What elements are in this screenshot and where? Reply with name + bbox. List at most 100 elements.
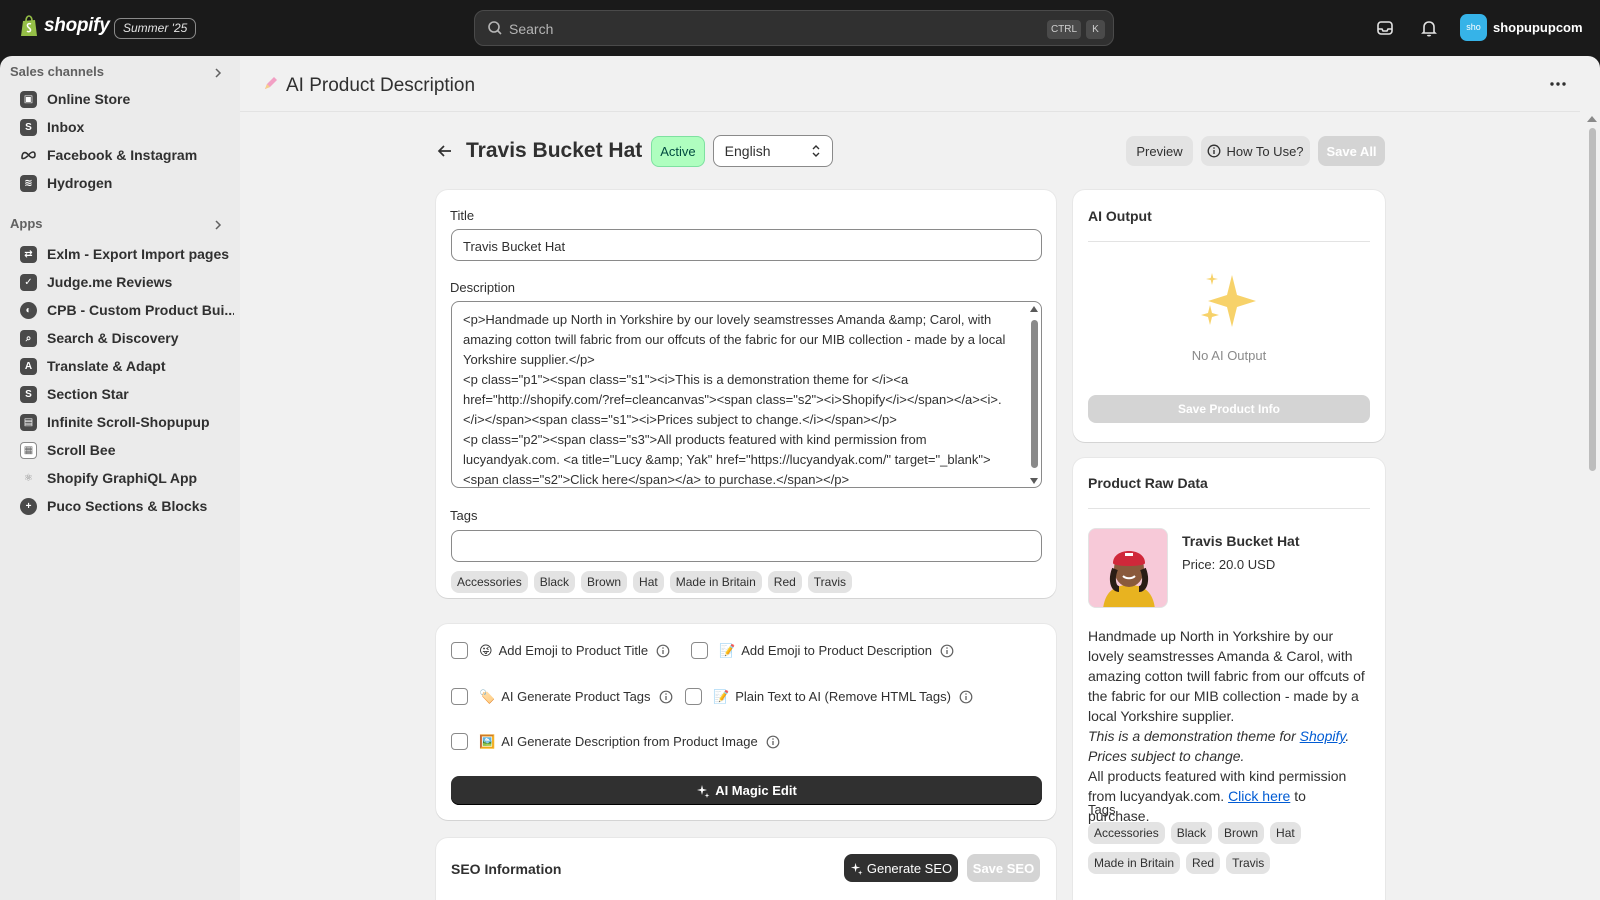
language-select[interactable]: English xyxy=(712,135,833,167)
click-here-link[interactable]: Click here xyxy=(1228,788,1290,804)
info-icon[interactable] xyxy=(656,644,670,658)
sidebar-item-translate-adapt[interactable]: A Translate & Adapt xyxy=(20,353,234,379)
generate-seo-label: Generate SEO xyxy=(866,860,953,876)
sidebar-item-label: Shopify GraphiQL App xyxy=(47,470,198,486)
translate-icon: A xyxy=(20,357,37,375)
sidebar-item-label: Exlm - Export Import pages xyxy=(47,246,230,262)
sparkles-icon xyxy=(1201,273,1256,327)
title-input[interactable]: Travis Bucket Hat xyxy=(451,229,1042,261)
product-title: Travis Bucket Hat xyxy=(466,139,643,162)
generate-tags-checkbox[interactable] xyxy=(451,688,468,705)
emoji-title-checkbox[interactable] xyxy=(451,642,468,659)
shopify-logo[interactable]: shopify xyxy=(20,15,110,37)
sidebar-item-label: Inbox xyxy=(47,119,85,135)
shopify-link[interactable]: Shopify xyxy=(1300,728,1346,744)
tag-chip[interactable]: Hat xyxy=(633,571,664,593)
save-all-button[interactable]: Save All xyxy=(1318,136,1385,166)
cpb-icon: ◐ xyxy=(20,301,37,319)
back-arrow-icon[interactable] xyxy=(436,142,454,160)
tag-chip: Made in Britain xyxy=(1088,852,1181,874)
sidebar-item-judgeme[interactable]: ✓ Judge.me Reviews xyxy=(20,269,234,295)
raw-tags-list: Accessories Black Brown Hat Made in Brit… xyxy=(1088,822,1370,874)
chevron-right-icon[interactable] xyxy=(212,67,224,79)
sidebar-item-section-star[interactable]: S Section Star xyxy=(20,381,234,407)
raw-description-paragraph: This is a demonstration theme for Shopif… xyxy=(1088,726,1370,766)
ai-magic-edit-button[interactable]: AI Magic Edit xyxy=(451,776,1042,805)
select-arrows-icon xyxy=(812,145,820,157)
option-image-description[interactable]: 🖼️ AI Generate Description from Product … xyxy=(451,733,780,750)
sidebar-item-label: Search & Discovery xyxy=(47,330,179,346)
sidebar-item-puco[interactable]: + Puco Sections & Blocks xyxy=(20,493,234,519)
generate-seo-button[interactable]: Generate SEO xyxy=(844,854,958,882)
sidebar-item-graphiql[interactable]: ⚛ Shopify GraphiQL App xyxy=(20,465,234,491)
chevron-right-icon[interactable] xyxy=(212,219,224,231)
preview-button-label: Preview xyxy=(1136,143,1183,159)
scroll-up-arrow[interactable] xyxy=(1587,116,1597,122)
info-icon[interactable] xyxy=(766,735,780,749)
title-input-value: Travis Bucket Hat xyxy=(463,239,566,254)
apps-heading[interactable]: Apps xyxy=(10,216,43,231)
option-emoji-description[interactable]: 📝 Add Emoji to Product Description xyxy=(691,642,954,659)
hydrogen-icon: ≋ xyxy=(20,174,37,192)
sidebar-item-label: CPB - Custom Product Bui... xyxy=(47,302,234,318)
preview-button[interactable]: Preview xyxy=(1126,136,1193,166)
seo-title: SEO Information xyxy=(451,861,562,877)
info-icon xyxy=(1208,144,1221,158)
sidebar-item-cpb[interactable]: ◐ CPB - Custom Product Bui... xyxy=(20,297,234,323)
scroll-down-arrow[interactable] xyxy=(1030,478,1038,484)
tag-chip[interactable]: Made in Britain xyxy=(669,571,762,593)
tag-chip[interactable]: Red xyxy=(767,571,802,593)
option-generate-tags[interactable]: 🏷️ AI Generate Product Tags xyxy=(451,688,673,705)
sidebar-item-infinite-scroll[interactable]: ▤ Infinite Scroll-Shopupup xyxy=(20,409,234,435)
emoji-description-checkbox[interactable] xyxy=(691,642,708,659)
tag-icon: 🏷️ xyxy=(479,688,496,704)
language-select-value: English xyxy=(724,143,771,159)
sparkle-icon xyxy=(850,862,863,875)
tag-chip[interactable]: Black xyxy=(533,571,576,593)
tags-list: Accessories Black Brown Hat Made in Brit… xyxy=(451,571,1042,593)
search-placeholder: Search xyxy=(509,21,554,37)
scroll-up-arrow[interactable] xyxy=(1030,306,1038,312)
info-icon[interactable] xyxy=(659,690,673,704)
info-icon[interactable] xyxy=(959,690,973,704)
sidebar-item-facebook-instagram[interactable]: Facebook & Instagram xyxy=(20,142,234,168)
plain-text-checkbox[interactable] xyxy=(685,688,702,705)
tag-chip[interactable]: Travis xyxy=(807,571,853,593)
textarea-scrollbar[interactable] xyxy=(1030,306,1038,484)
info-icon[interactable] xyxy=(940,644,954,658)
sidebar-item-exlm[interactable]: ⇄ Exlm - Export Import pages xyxy=(20,241,234,267)
sidebar-item-hydrogen[interactable]: ≋ Hydrogen xyxy=(20,170,234,196)
sidebar-item-online-store[interactable]: ▣ Online Store xyxy=(20,86,234,112)
page-title-text: AI Product Description xyxy=(286,75,476,96)
description-textarea[interactable]: <p>Handmade up North in Yorkshire by our… xyxy=(451,301,1042,488)
save-product-info-button[interactable]: Save Product Info xyxy=(1088,395,1370,423)
edition-badge[interactable]: Summer '25 xyxy=(114,18,197,39)
textarea-scrollbar-thumb[interactable] xyxy=(1031,320,1038,468)
image-description-checkbox[interactable] xyxy=(451,733,468,750)
sidebar-item-label: Section Star xyxy=(47,386,129,402)
inbox-tray-icon[interactable] xyxy=(1375,18,1395,38)
tags-input[interactable] xyxy=(451,530,1042,562)
tag-chip[interactable]: Brown xyxy=(581,571,628,593)
scroll-bee-icon: ▦ xyxy=(20,441,37,459)
sidebar-item-search-discovery[interactable]: ⌕ Search & Discovery xyxy=(20,325,234,351)
sales-channels-heading[interactable]: Sales channels xyxy=(10,64,104,79)
how-to-use-button[interactable]: How To Use? xyxy=(1201,136,1310,166)
sidebar-item-scroll-bee[interactable]: ▦ Scroll Bee xyxy=(20,437,234,463)
save-seo-button[interactable]: Save SEO xyxy=(967,854,1040,882)
more-actions-icon[interactable] xyxy=(1550,82,1566,86)
search-bar[interactable]: Search CTRL K xyxy=(474,10,1114,46)
option-label: Plain Text to AI (Remove HTML Tags) xyxy=(735,689,951,704)
sidebar-item-inbox[interactable]: S Inbox xyxy=(20,114,234,140)
picture-icon: 🖼️ xyxy=(479,733,496,749)
option-emoji-title[interactable]: 😜 Add Emoji to Product Title xyxy=(451,642,670,659)
top-bar: shopify Summer '25 Search CTRL K sho sho… xyxy=(0,0,1600,56)
user-menu[interactable]: sho shopupupcom xyxy=(1460,14,1583,41)
bell-icon[interactable] xyxy=(1419,18,1439,38)
search-icon xyxy=(488,21,502,35)
option-plain-text[interactable]: 📝 Plain Text to AI (Remove HTML Tags) xyxy=(685,688,973,705)
app-header: AI Product Description xyxy=(240,56,1580,112)
avatar: sho xyxy=(1460,14,1487,41)
page-scrollbar-thumb[interactable] xyxy=(1589,128,1596,471)
tag-chip[interactable]: Accessories xyxy=(451,571,528,593)
